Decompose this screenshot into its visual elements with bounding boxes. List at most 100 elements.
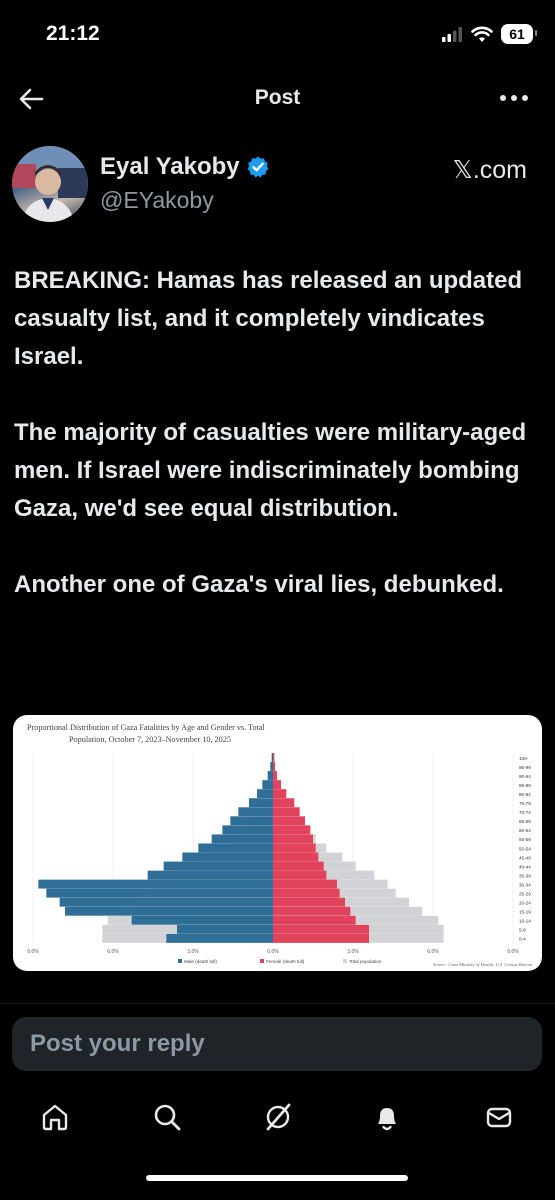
verified-badge-icon — [247, 156, 269, 178]
female-bar — [273, 816, 305, 826]
home-indicator — [146, 1175, 408, 1181]
male-bar — [65, 906, 273, 916]
male-bar — [238, 807, 273, 817]
x-tick-label: 6.0% — [427, 949, 439, 955]
female-bar — [273, 861, 324, 871]
home-icon — [42, 1104, 68, 1131]
post-paragraph: The majority of casualties were military… — [14, 419, 527, 522]
author-name[interactable]: Eyal Yakoby — [100, 153, 270, 181]
page-title: Post — [254, 86, 301, 109]
male-bar — [163, 861, 273, 871]
battery-indicator: 61 — [501, 24, 537, 44]
legend-label: Total population — [349, 959, 382, 964]
male-bar — [270, 762, 273, 771]
female-bar — [273, 897, 345, 907]
wifi-icon — [471, 26, 493, 42]
female-bar — [273, 852, 319, 862]
chart-subtitle: Population, October 7, 2023–November 10,… — [69, 735, 231, 744]
male-bar — [147, 870, 273, 880]
male-bar — [177, 924, 273, 934]
author-handle[interactable]: @EYakoby — [100, 187, 214, 214]
reply-input[interactable]: Post your reply — [12, 1017, 542, 1071]
female-bar — [273, 915, 356, 925]
status-time: 21:12 — [46, 22, 100, 45]
post-header: Post — [0, 76, 555, 120]
age-label: 45-49 — [519, 855, 531, 860]
chart-source: Source: Gaza Ministry of Health, U.S. Ce… — [433, 962, 533, 968]
male-bar — [271, 753, 273, 762]
age-label: 0-4 — [519, 937, 526, 942]
nav-messages[interactable] — [477, 1095, 521, 1139]
age-label: 90-94 — [519, 774, 531, 779]
x-tick-label: 3.0% — [347, 949, 359, 955]
female-bar — [273, 924, 369, 934]
chart-bars — [38, 753, 444, 943]
age-label: 20-24 — [519, 901, 531, 906]
female-bar — [273, 798, 295, 808]
divider — [0, 1003, 555, 1004]
chart-x-tick-labels: 9.0% 6.0% 3.0% 0.0% 3.0% 6.0% 9.0% — [27, 949, 519, 955]
status-bar: 21:12 61 — [0, 0, 555, 70]
chart-age-labels: 100- 95-99 90-94 85-89 80-84 75-79 70-74 65-69 6… — [519, 756, 531, 942]
legend-swatch — [260, 959, 264, 963]
avatar[interactable] — [12, 146, 88, 222]
legend-label: Male (death toll) — [184, 959, 217, 964]
female-bar — [273, 780, 281, 790]
x-tick-label: 6.0% — [107, 949, 119, 955]
legend-swatch — [343, 959, 347, 963]
chart-image[interactable]: Proportional Distribution of Gaza Fatali… — [13, 715, 542, 971]
chart-title: Proportional Distribution of Gaza Fatali… — [27, 723, 266, 732]
age-label: 5-9 — [519, 928, 526, 933]
female-bar — [273, 762, 276, 771]
chart-legend: Male (death toll) Female (death toll) Tota… — [178, 959, 382, 964]
male-bar — [38, 879, 273, 889]
male-bar — [46, 888, 274, 898]
male-bar — [230, 816, 273, 826]
author-name-text: Eyal Yakoby — [100, 153, 240, 180]
post-paragraph: BREAKING: Hamas has released an updated … — [14, 267, 523, 370]
x-tick-label: 0.0% — [267, 949, 279, 955]
female-bar — [273, 753, 275, 762]
male-bar — [211, 834, 273, 844]
male-bar — [249, 798, 273, 808]
age-label: 25-29 — [519, 892, 531, 897]
age-label: 35-39 — [519, 873, 531, 878]
age-label: 30-34 — [519, 882, 531, 887]
age-label: 85-89 — [519, 783, 531, 788]
female-bar — [273, 807, 300, 817]
nav-home[interactable] — [33, 1095, 77, 1139]
nav-search[interactable] — [145, 1095, 189, 1139]
male-bar — [131, 915, 273, 925]
age-label: 80-84 — [519, 792, 531, 797]
age-label: 100- — [519, 756, 529, 761]
messages-icon — [486, 1107, 512, 1128]
male-bar — [182, 852, 273, 862]
male-bar — [262, 780, 273, 790]
age-label: 70-74 — [519, 810, 531, 815]
age-label: 50-54 — [519, 846, 531, 851]
x-tick-label: 9.0% — [507, 949, 519, 955]
age-label: 60-64 — [519, 828, 531, 833]
more-options-icon[interactable] — [497, 86, 531, 110]
x-tick-label: 9.0% — [27, 949, 39, 955]
age-label: 40-44 — [519, 864, 531, 869]
post-paragraph: Another one of Gaza's viral lies, debunk… — [14, 571, 504, 598]
population-pyramid-chart: Proportional Distribution of Gaza Fatali… — [27, 723, 533, 968]
male-bar — [59, 897, 273, 907]
age-label: 65-69 — [519, 819, 531, 824]
nav-grok[interactable] — [256, 1095, 300, 1139]
search-icon — [154, 1104, 181, 1131]
female-bar — [273, 879, 337, 889]
age-label: 75-79 — [519, 801, 531, 806]
female-bar — [273, 843, 316, 853]
legend-swatch — [178, 959, 182, 963]
nav-notifications[interactable] — [365, 1095, 409, 1139]
source-label[interactable]: 𝕏.com — [453, 155, 527, 185]
female-bar — [273, 888, 340, 898]
age-label: 55-59 — [519, 837, 531, 842]
male-bar — [222, 825, 273, 835]
status-icons: 61 — [441, 24, 537, 44]
male-bar — [198, 843, 273, 853]
female-bar — [273, 906, 351, 916]
male-bar — [166, 933, 273, 943]
